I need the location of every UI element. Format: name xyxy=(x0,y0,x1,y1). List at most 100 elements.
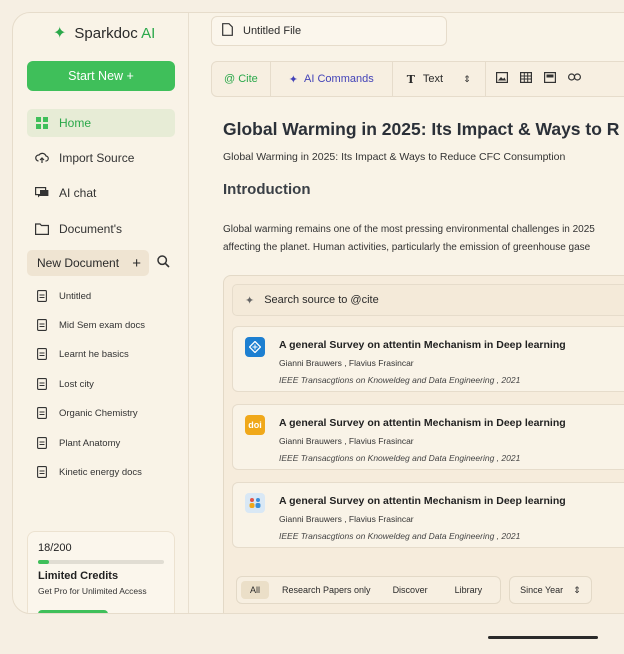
filter-library[interactable]: Library xyxy=(441,581,497,599)
credits-progress-bar xyxy=(38,560,164,564)
sidebar-item-label: Document's xyxy=(59,222,122,236)
filter-discover[interactable]: Discover xyxy=(384,581,437,599)
document-icon xyxy=(35,406,49,420)
cite-label: @ Cite xyxy=(224,73,258,85)
home-indicator[interactable] xyxy=(488,636,598,639)
document-item[interactable]: Untitled xyxy=(35,289,91,303)
citation-filters: All Research Papers only Discover Librar… xyxy=(236,576,592,604)
sidebar-item-import-source[interactable]: Import Source xyxy=(27,144,175,172)
citation-journal: IEEE Transacgtions on Knoweldeg and Data… xyxy=(279,375,521,385)
document-item[interactable]: Lost city xyxy=(35,377,94,391)
credits-subtitle: Get Pro for Unlimited Access xyxy=(38,586,147,596)
plus-icon: + xyxy=(132,254,141,272)
cloud-upload-icon xyxy=(35,151,49,165)
sidebar-item-documents[interactable]: Document's xyxy=(27,215,175,243)
document-item[interactable]: Mid Sem exam docs xyxy=(35,318,145,332)
cite-button[interactable]: @ Cite xyxy=(212,62,271,96)
grid-icon xyxy=(35,116,49,130)
document-item[interactable]: Learnt he basics xyxy=(35,347,129,361)
document-label: Learnt he basics xyxy=(59,348,129,360)
sidebar: ✦ Sparkdoc AI Start New + Home Import So… xyxy=(13,13,189,613)
document-item[interactable]: Plant Anatomy xyxy=(35,436,120,450)
image-icon[interactable] xyxy=(495,72,508,86)
upgrade-button[interactable] xyxy=(38,610,108,613)
document-item[interactable]: Organic Chemistry xyxy=(35,406,138,420)
file-icon xyxy=(222,23,233,39)
credits-title: Limited Credits xyxy=(38,570,119,582)
text-format-icon: T xyxy=(406,72,415,86)
sidebar-item-label: AI chat xyxy=(59,186,97,200)
citation-result-card[interactable]: A general Survey on attentin Mechanism i… xyxy=(232,482,624,548)
paragraph-line: Global warming remains one of the most p… xyxy=(223,224,595,235)
chat-icon xyxy=(35,186,49,200)
link-icon[interactable] xyxy=(567,72,581,86)
document-icon xyxy=(35,318,49,332)
start-new-button[interactable]: Start New + xyxy=(27,61,175,91)
filter-research-papers[interactable]: Research Papers only xyxy=(273,581,380,599)
section-heading[interactable]: Introduction xyxy=(223,181,310,198)
doi-icon: doi xyxy=(245,415,265,435)
sparkle-icon: ✦ xyxy=(288,73,299,86)
credits-count: 18/200 xyxy=(38,542,72,554)
credits-card: 18/200 Limited Credits Get Pro for Unlim… xyxy=(27,531,175,613)
sidebar-item-label: Home xyxy=(59,116,92,130)
citation-journal: IEEE Transacgtions on Knoweldeg and Data… xyxy=(279,531,521,541)
citation-authors: Gianni Brauwers , Flavius Frasincar xyxy=(279,436,414,446)
new-document-button[interactable]: New Document + xyxy=(27,250,149,276)
document-label: Kinetic energy docs xyxy=(59,466,142,478)
file-name-field[interactable]: Untitled File xyxy=(211,16,447,46)
source-filter-tabs: All Research Papers only Discover Librar… xyxy=(236,576,502,604)
app-logo[interactable]: ✦ Sparkdoc AI xyxy=(53,23,155,43)
cite-search-panel: ✦ Search source to @cite A general Surve… xyxy=(223,275,624,613)
since-year-label: Since Year xyxy=(520,585,564,595)
document-label: Mid Sem exam docs xyxy=(59,319,146,331)
chevron-updown-icon: ⇕ xyxy=(463,73,471,84)
sidebar-item-home[interactable]: Home xyxy=(27,109,175,137)
text-style-label: Text xyxy=(422,73,444,85)
document-label: Lost city xyxy=(59,378,94,390)
table-icon[interactable] xyxy=(519,72,532,86)
layout-icon[interactable] xyxy=(543,72,556,86)
editor-toolbar: @ Cite ✦ AI Commands T Text ⇕ xyxy=(211,61,624,97)
doi-badge-text: doi xyxy=(248,420,262,430)
since-year-select[interactable]: Since Year ⇕ xyxy=(509,576,592,604)
citation-title: A general Survey on attentin Mechanism i… xyxy=(279,417,566,429)
text-style-select[interactable]: T Text ⇕ xyxy=(393,62,486,96)
document-label: Organic Chemistry xyxy=(59,407,138,419)
document-label: Untitled xyxy=(59,290,92,302)
document-icon xyxy=(35,465,49,479)
filter-all[interactable]: All xyxy=(241,581,270,599)
citation-title: A general Survey on attentin Mechanism i… xyxy=(279,495,566,507)
sparkle-icon: ✦ xyxy=(53,25,67,42)
cite-search-placeholder: Search source to @cite xyxy=(264,294,379,306)
app-name-ai: AI xyxy=(141,24,156,42)
citation-journal: IEEE Transacgtions on Knoweldeg and Data… xyxy=(279,453,521,463)
sidebar-item-ai-chat[interactable]: AI chat xyxy=(27,179,175,207)
ai-commands-button[interactable]: ✦ AI Commands xyxy=(271,62,393,96)
document-title[interactable]: Global Warming in 2025: Its Impact & Way… xyxy=(223,119,619,140)
people-source-icon xyxy=(245,493,265,513)
cite-search-input[interactable]: ✦ Search source to @cite xyxy=(232,284,624,316)
citation-authors: Gianni Brauwers , Flavius Frasincar xyxy=(279,358,414,368)
diamond-source-icon xyxy=(245,337,265,357)
document-icon xyxy=(35,377,49,391)
paragraph-line: affecting the planet. Human activities, … xyxy=(223,242,591,253)
sidebar-item-label: Import Source xyxy=(59,151,135,165)
document-label: Plant Anatomy xyxy=(59,437,121,449)
insert-tools xyxy=(486,72,581,86)
folder-icon xyxy=(35,222,49,236)
credits-progress-fill xyxy=(38,560,50,564)
citation-authors: Gianni Brauwers , Flavius Frasincar xyxy=(279,514,414,524)
document-icon xyxy=(35,436,49,450)
paragraph[interactable]: Global warming remains one of the most p… xyxy=(223,221,595,257)
sparkle-icon: ✦ xyxy=(245,294,255,307)
document-icon xyxy=(35,347,49,361)
ai-commands-label: AI Commands xyxy=(304,73,374,85)
citation-result-card[interactable]: A general Survey on attentin Mechanism i… xyxy=(232,326,624,392)
document-item[interactable]: Kinetic energy docs xyxy=(35,465,142,479)
new-document-label: New Document xyxy=(37,256,120,270)
citation-result-card[interactable]: doi A general Survey on attentin Mechani… xyxy=(232,404,624,470)
document-icon xyxy=(35,289,49,303)
document-subtitle[interactable]: Global Warming in 2025: Its Impact & Way… xyxy=(223,151,565,163)
search-icon[interactable] xyxy=(157,255,170,273)
